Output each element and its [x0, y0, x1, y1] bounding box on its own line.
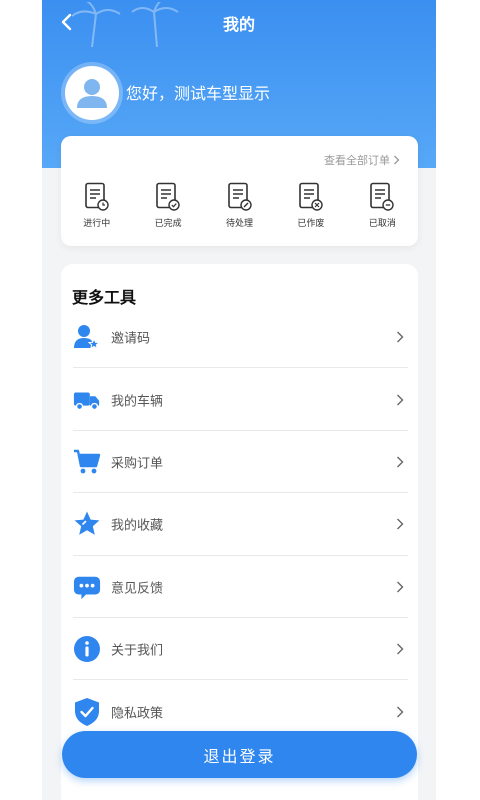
- tool-item-invite-code[interactable]: 邀请码: [61, 306, 418, 369]
- order-status-completed[interactable]: 已完成: [132, 182, 203, 229]
- order-status-label: 已作废: [297, 219, 325, 229]
- order-status-void[interactable]: 已作废: [275, 182, 346, 229]
- chevron-right-icon: [397, 706, 404, 718]
- view-all-orders-label: 查看全部订单: [324, 154, 390, 167]
- greeting-text: 您好，测试车型显示: [126, 84, 271, 103]
- chevron-right-icon: [397, 643, 404, 655]
- order-status-row: 进行中 已完成 待处理 已作废 已取消: [61, 182, 418, 229]
- order-status-in-progress[interactable]: 进行中: [61, 182, 132, 229]
- doc-progress-icon: [84, 182, 109, 211]
- user-avatar-icon: [67, 68, 117, 118]
- tool-label: 意见反馈: [111, 581, 164, 597]
- chevron-right-icon: [397, 581, 404, 593]
- tool-item-feedback[interactable]: 意见反馈: [61, 556, 418, 618]
- tools-title: 更多工具: [72, 288, 137, 307]
- user-star-icon: [73, 323, 101, 351]
- order-status-label: 已取消: [368, 219, 396, 229]
- orders-card: 查看全部订单 进行中 已完成 待处理 已作废 已取消: [61, 136, 418, 246]
- phone-screen: 我的 您好，测试车型显示 查看全部订单 进行中 已完成 待处理 已作废 已取消 …: [42, 0, 436, 800]
- tool-item-purchase-orders[interactable]: 采购订单: [61, 431, 418, 494]
- chevron-right-icon: [394, 155, 400, 165]
- tool-label: 我的车辆: [111, 394, 164, 410]
- avatar[interactable]: [65, 66, 119, 120]
- tool-label: 采购订单: [111, 456, 164, 472]
- order-status-label: 已完成: [154, 219, 182, 229]
- tool-label: 我的收藏: [111, 518, 164, 534]
- order-status-cancelled[interactable]: 已取消: [347, 182, 418, 229]
- doc-cancel-icon: [370, 182, 395, 211]
- chevron-right-icon: [397, 331, 404, 343]
- chevron-right-icon: [397, 518, 404, 530]
- order-status-label: 待处理: [226, 219, 254, 229]
- cart-icon: [73, 448, 101, 476]
- chevron-right-icon: [397, 456, 404, 468]
- truck-icon: [73, 386, 101, 414]
- star-icon: [73, 510, 101, 538]
- doc-check-icon: [156, 182, 180, 211]
- doc-void-icon: [299, 182, 323, 211]
- chevron-right-icon: [397, 394, 404, 406]
- chat-icon: [73, 573, 101, 601]
- tool-item-about-us[interactable]: 关于我们: [61, 618, 418, 681]
- page-title: 我的: [222, 15, 255, 34]
- tool-label: 邀请码: [111, 331, 151, 347]
- view-all-orders-link[interactable]: 查看全部订单: [324, 152, 400, 168]
- tool-item-my-vehicles[interactable]: 我的车辆: [61, 368, 418, 431]
- tool-label: 关于我们: [111, 643, 164, 659]
- tools-card: 更多工具 邀请码 我的车辆 采购订单 我的收藏 意见反馈 关于我们 隐私政策: [61, 264, 418, 800]
- tool-list: 邀请码 我的车辆 采购订单 我的收藏 意见反馈 关于我们 隐私政策: [61, 306, 418, 743]
- order-status-label: 进行中: [83, 219, 111, 229]
- order-status-pending[interactable]: 待处理: [204, 182, 275, 229]
- tool-label: 隐私政策: [111, 706, 164, 722]
- tool-item-favorites[interactable]: 我的收藏: [61, 493, 418, 556]
- doc-pending-icon: [227, 182, 252, 211]
- logout-button[interactable]: 退出登录: [62, 731, 417, 778]
- info-icon: [73, 635, 101, 663]
- shield-check-icon: [73, 697, 101, 726]
